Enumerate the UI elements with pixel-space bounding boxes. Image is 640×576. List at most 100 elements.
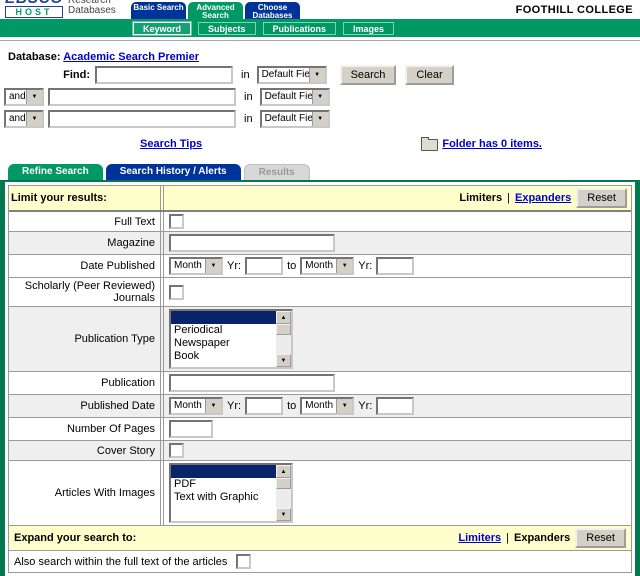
limiters-link[interactable]: Limiters	[458, 532, 501, 544]
limit-table: Limit your results: Limiters | Expanders…	[8, 185, 632, 573]
chevron-down-icon[interactable]: ▼	[205, 399, 221, 413]
magazine-label: Magazine	[9, 232, 161, 254]
listbox-selected-option[interactable]	[171, 465, 276, 478]
tips-folder-row: Search Tips Folder has 0 items.	[0, 136, 640, 152]
header-divider	[0, 40, 640, 41]
cover-story-checkbox[interactable]	[169, 443, 184, 458]
listbox-selected-option[interactable]	[171, 311, 276, 324]
subtab-subjects[interactable]: Subjects	[198, 22, 256, 35]
operator-select-2[interactable]: and ▼	[4, 110, 44, 128]
expand-title: Expand your search to:	[14, 532, 136, 544]
number-of-pages-input[interactable]	[169, 420, 213, 438]
row-publication: Publication	[9, 372, 631, 395]
reset-button-top[interactable]: Reset	[576, 188, 627, 208]
date-published-start-month-select[interactable]: Month ▼	[169, 257, 223, 275]
main-tab-bar: Basic Search Advanced Search Choose Data…	[131, 2, 300, 19]
date-published-label: Date Published	[9, 255, 161, 277]
subtab-publications[interactable]: Publications	[263, 22, 337, 35]
tab-basic-search[interactable]: Basic Search	[131, 2, 186, 19]
top-header: EBSCO HOST Research Databases Basic Sear…	[0, 0, 640, 19]
row-number-of-pages: Number Of Pages	[9, 418, 631, 441]
ebsco-logo-text: EBSCO	[5, 0, 63, 6]
month-value: Month	[171, 399, 205, 413]
chevron-down-icon[interactable]: ▼	[312, 112, 328, 126]
field-select-3[interactable]: Default Fields ▼	[260, 110, 330, 128]
find-input-2[interactable]	[48, 88, 236, 106]
scrollbar-thumb[interactable]	[276, 478, 291, 489]
month-value: Month	[302, 399, 336, 413]
magazine-input[interactable]	[169, 234, 335, 252]
row-also-search-full-text: Also search within the full text of the …	[9, 551, 631, 572]
row-scholarly: Scholarly (Peer Reviewed) Journals	[9, 278, 631, 307]
operator-select-1[interactable]: and ▼	[4, 88, 44, 106]
scroll-down-icon[interactable]: ▼	[276, 508, 291, 521]
chevron-down-icon[interactable]: ▼	[312, 90, 328, 104]
field-select-2[interactable]: Default Fields ▼	[260, 88, 330, 106]
publication-input[interactable]	[169, 374, 335, 392]
separator: |	[506, 532, 509, 544]
row-cover-story: Cover Story	[9, 441, 631, 461]
articles-with-images-listbox[interactable]: PDF Text with Graphic ▲ ▼	[169, 463, 293, 523]
scroll-up-icon[interactable]: ▲	[276, 311, 291, 324]
listbox-scrollbar[interactable]: ▲ ▼	[276, 311, 291, 367]
month-value: Month	[171, 259, 205, 273]
tab-choose-databases[interactable]: Choose Databases	[245, 2, 300, 19]
scrollbar-thumb[interactable]	[276, 324, 291, 335]
chevron-down-icon[interactable]: ▼	[336, 259, 352, 273]
folder-link[interactable]: Folder has 0 items.	[442, 138, 542, 150]
reset-button-bottom[interactable]: Reset	[575, 528, 626, 548]
published-date-label: Published Date	[9, 395, 161, 417]
published-date-start-year-input[interactable]	[245, 397, 283, 415]
publication-type-options: Periodical Newspaper Book	[171, 311, 276, 367]
publication-type-label: Publication Type	[9, 307, 161, 371]
published-date-end-year-input[interactable]	[376, 397, 414, 415]
listbox-option[interactable]: PDF	[171, 478, 276, 491]
listbox-option[interactable]: Newspaper	[171, 337, 276, 350]
published-date-end-month-select[interactable]: Month ▼	[300, 397, 354, 415]
scroll-down-icon[interactable]: ▼	[276, 354, 291, 367]
scholarly-checkbox[interactable]	[169, 285, 184, 300]
chevron-down-icon[interactable]: ▼	[26, 112, 42, 126]
publication-type-listbox[interactable]: Periodical Newspaper Book ▲ ▼	[169, 309, 293, 369]
tab-advanced-search[interactable]: Advanced Search	[188, 2, 243, 19]
chevron-down-icon[interactable]: ▼	[26, 90, 42, 104]
find-input-3[interactable]	[48, 110, 236, 128]
field-select-1[interactable]: Default Fields ▼	[257, 66, 327, 84]
published-date-start-month-select[interactable]: Month ▼	[169, 397, 223, 415]
listbox-option[interactable]: Text with Graphic	[171, 491, 276, 504]
logo-tagline: Research Databases	[68, 0, 116, 16]
date-published-start-year-input[interactable]	[245, 257, 283, 275]
cover-story-label: Cover Story	[9, 441, 161, 460]
chevron-down-icon[interactable]: ▼	[336, 399, 352, 413]
subtab-images[interactable]: Images	[343, 22, 394, 35]
row-publication-type: Publication Type Periodical Newspaper Bo…	[9, 307, 631, 372]
search-tips-link[interactable]: Search Tips	[140, 138, 202, 150]
subtab-keyword[interactable]: Keyword	[133, 22, 191, 35]
number-of-pages-label: Number Of Pages	[9, 418, 161, 440]
listbox-option[interactable]: Book	[171, 350, 276, 363]
full-text-checkbox[interactable]	[169, 214, 184, 229]
date-published-end-year-input[interactable]	[376, 257, 414, 275]
chevron-down-icon[interactable]: ▼	[205, 259, 221, 273]
find-row-1: Find: in Default Fields ▼ Search Clear	[4, 65, 640, 85]
scrollbar-track[interactable]	[276, 478, 291, 508]
also-search-checkbox[interactable]	[236, 554, 251, 569]
clear-button[interactable]: Clear	[405, 65, 453, 85]
date-published-end-month-select[interactable]: Month ▼	[300, 257, 354, 275]
tab-refine-search[interactable]: Refine Search	[8, 164, 103, 180]
listbox-scrollbar[interactable]: ▲ ▼	[276, 465, 291, 521]
database-label: Database:	[8, 51, 61, 63]
month-value: Month	[302, 259, 336, 273]
in-label-1: in	[241, 69, 250, 81]
find-input-1[interactable]	[95, 66, 233, 84]
expanders-link[interactable]: Expanders	[515, 192, 571, 204]
search-button[interactable]: Search	[340, 65, 397, 85]
scrollbar-track[interactable]	[276, 324, 291, 354]
tab-search-history-alerts[interactable]: Search History / Alerts	[106, 164, 241, 180]
listbox-option[interactable]: Periodical	[171, 324, 276, 337]
chevron-down-icon[interactable]: ▼	[309, 68, 325, 82]
ebsco-logo[interactable]: EBSCO HOST	[5, 0, 63, 18]
row-full-text: Full Text	[9, 212, 631, 232]
scroll-up-icon[interactable]: ▲	[276, 465, 291, 478]
database-name-link[interactable]: Academic Search Premier	[63, 51, 199, 63]
